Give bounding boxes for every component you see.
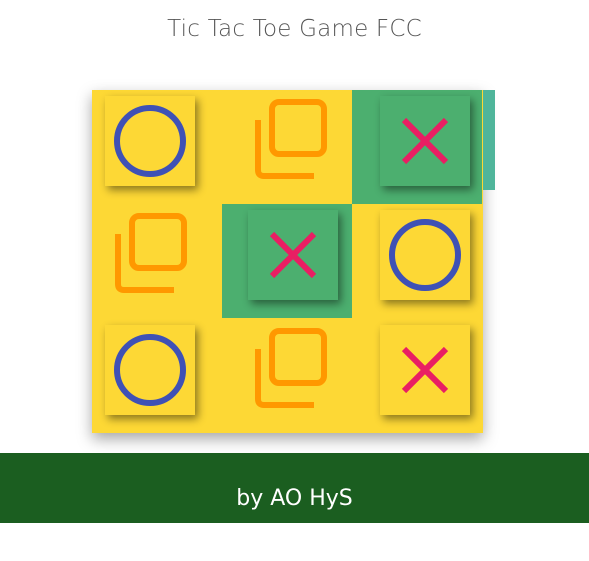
cell-1-1[interactable] [222, 204, 352, 318]
o-mark-tile [105, 325, 195, 415]
x-icon [269, 231, 317, 279]
empty-cell-icon [115, 213, 187, 293]
x-mark-tile [248, 210, 338, 300]
x-icon [401, 346, 449, 394]
win-indicator [483, 90, 495, 190]
o-icon [114, 334, 186, 406]
x-mark-tile [380, 325, 470, 415]
o-mark-tile [380, 210, 470, 300]
x-icon [401, 117, 449, 165]
cell-2-1[interactable] [222, 319, 352, 433]
o-icon [114, 105, 186, 177]
footer-credit: by AO HyS [0, 453, 589, 523]
cell-1-0[interactable] [92, 204, 222, 318]
o-icon [389, 219, 461, 291]
game-board [92, 90, 495, 433]
empty-cell-icon [255, 99, 327, 179]
x-mark-tile [380, 96, 470, 186]
cell-2-2[interactable] [352, 319, 482, 433]
cell-2-0[interactable] [92, 319, 222, 433]
game-title: Tic Tac Toe Game FCC [167, 16, 422, 42]
cell-0-0[interactable] [92, 90, 222, 204]
empty-cell-icon [255, 328, 327, 408]
cell-0-2[interactable] [352, 90, 482, 204]
o-mark-tile [105, 96, 195, 186]
cell-0-1[interactable] [222, 90, 352, 204]
cell-1-2[interactable] [352, 204, 482, 318]
